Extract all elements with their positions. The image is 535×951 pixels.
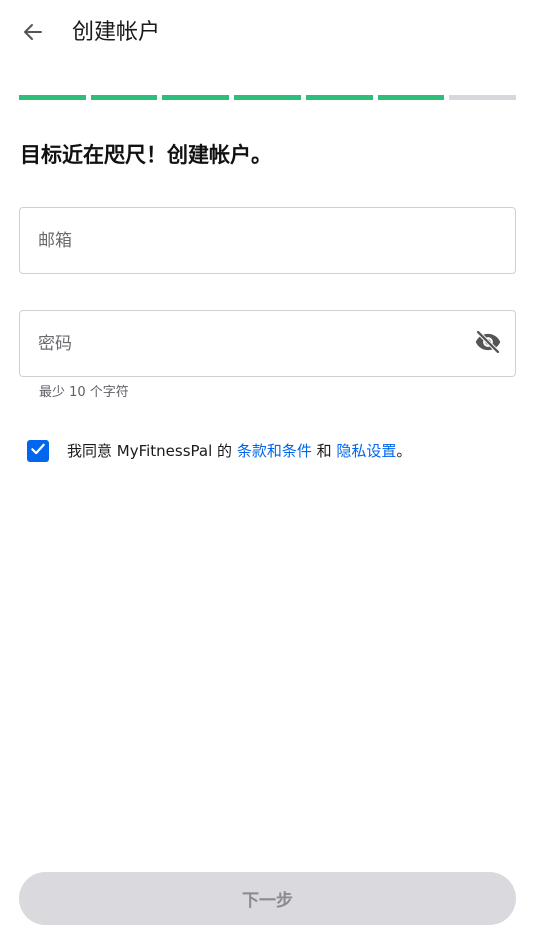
progress-step-1 xyxy=(19,95,86,100)
signup-progress-bar xyxy=(19,95,517,100)
terms-conjunction: 和 xyxy=(311,442,337,460)
progress-step-4 xyxy=(234,95,301,100)
progress-step-5 xyxy=(305,95,373,100)
terms-and-conditions-link[interactable]: 条款和条件 xyxy=(237,442,312,460)
password-field[interactable] xyxy=(38,311,458,376)
eye-off-icon xyxy=(474,328,502,360)
next-button[interactable]: 下一步 xyxy=(19,872,516,925)
email-field[interactable] xyxy=(38,208,458,273)
terms-suffix: 。 xyxy=(396,442,412,460)
progress-step-7 xyxy=(449,95,517,100)
progress-step-3 xyxy=(162,95,230,100)
back-button[interactable] xyxy=(14,15,52,53)
privacy-settings-link[interactable]: 隐私设置 xyxy=(336,442,396,460)
password-helper-text: 最少 10 个字符 xyxy=(39,385,129,400)
arrow-left-icon xyxy=(21,20,45,48)
checkmark-icon xyxy=(29,440,47,462)
page-title: 创建帐户 xyxy=(72,20,161,45)
headline: 目标近在咫尺！创建帐户。 xyxy=(20,143,272,167)
progress-step-2 xyxy=(90,95,158,100)
password-field-container[interactable] xyxy=(19,310,516,377)
terms-agreement: 我同意 MyFitnessPal 的 条款和条件 和 隐私设置。 xyxy=(27,440,507,462)
terms-checkbox[interactable] xyxy=(27,440,49,462)
top-app-bar: 创建帐户 xyxy=(0,0,535,68)
terms-text: 我同意 MyFitnessPal 的 条款和条件 和 隐私设置。 xyxy=(67,440,411,462)
password-visibility-toggle[interactable] xyxy=(473,329,503,359)
terms-prefix: 我同意 MyFitnessPal 的 xyxy=(67,442,237,460)
progress-step-6 xyxy=(377,95,445,100)
email-field-container[interactable] xyxy=(19,207,516,274)
